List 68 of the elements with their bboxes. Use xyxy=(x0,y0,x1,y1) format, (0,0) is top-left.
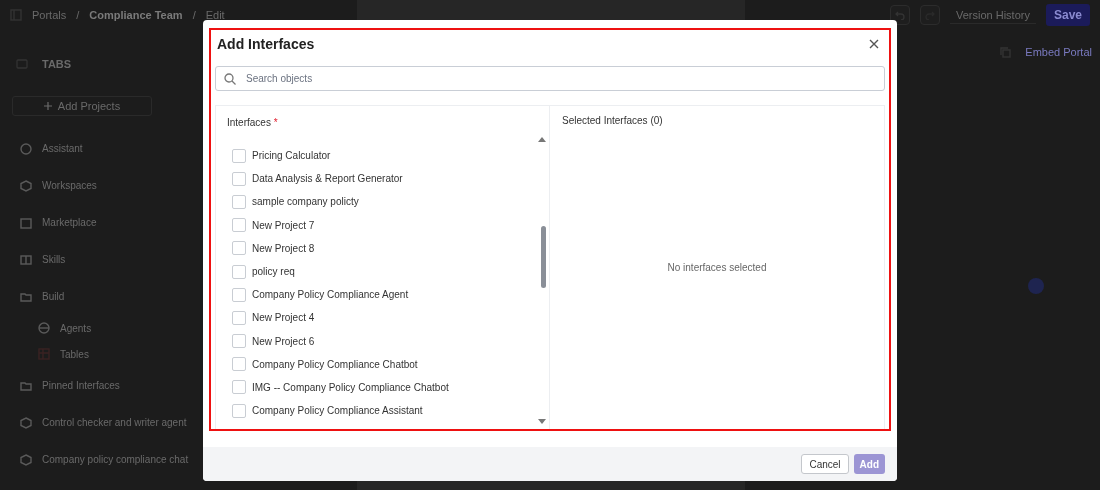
globe-icon xyxy=(38,322,50,334)
nav-item[interactable]: Skills xyxy=(42,254,66,265)
breadcrumb-item[interactable]: Edit xyxy=(205,9,225,21)
interface-option[interactable]: New Project 7 xyxy=(232,213,549,237)
nav-item[interactable]: Build xyxy=(42,291,65,302)
folder-icon xyxy=(20,379,32,392)
checkbox[interactable] xyxy=(232,241,246,256)
plus-icon xyxy=(43,102,52,110)
interface-option[interactable]: Company Policy Compliance Assistant xyxy=(232,399,549,423)
scroll-up-icon[interactable] xyxy=(538,137,546,142)
nav-item[interactable]: Tables xyxy=(60,348,89,360)
nav-item[interactable]: Marketplace xyxy=(42,217,97,228)
nav-item[interactable]: Assistant xyxy=(42,143,83,154)
interfaces-label: Interfaces * xyxy=(226,116,279,128)
interface-option[interactable]: sample company policty xyxy=(232,190,549,214)
checkbox[interactable] xyxy=(232,264,246,279)
nav-item[interactable]: Pinned Interfaces xyxy=(42,380,120,391)
interface-option[interactable]: New Project 4 xyxy=(232,306,549,330)
checkbox[interactable] xyxy=(232,334,246,349)
undo-button[interactable] xyxy=(890,5,910,25)
breadcrumb-item[interactable]: Compliance Team xyxy=(89,9,183,21)
add-button[interactable]: Add xyxy=(853,454,885,474)
nav-item[interactable]: Control checker and writer agent xyxy=(42,417,187,428)
checkbox[interactable] xyxy=(232,310,246,325)
breadcrumb-item[interactable]: Portals xyxy=(32,9,67,21)
breadcrumb-separator: / xyxy=(192,9,196,21)
table-icon xyxy=(38,348,50,360)
interface-option[interactable]: Data Analysis & Report Generator xyxy=(232,167,549,191)
version-history-link[interactable]: Version History xyxy=(950,6,1036,24)
close-button[interactable] xyxy=(867,37,881,51)
cancel-button[interactable]: Cancel xyxy=(801,454,849,474)
nav-item[interactable]: Agents xyxy=(60,322,92,334)
empty-message: No interfaces selected xyxy=(667,262,767,273)
interface-option[interactable]: Company Policy Compliance Chatbot xyxy=(232,352,549,376)
checkbox[interactable] xyxy=(232,218,246,233)
checkbox[interactable] xyxy=(232,380,246,395)
scroll-down-icon[interactable] xyxy=(538,419,546,424)
interface-option[interactable]: New Project 8 xyxy=(232,236,549,260)
checkbox[interactable] xyxy=(232,287,246,302)
checkbox[interactable] xyxy=(232,194,246,209)
undo-icon xyxy=(895,10,905,20)
checkbox[interactable] xyxy=(232,171,246,186)
checkbox[interactable] xyxy=(232,148,246,163)
cube-icon xyxy=(20,453,32,466)
selected-heading: Selected Interfaces (0) xyxy=(561,114,664,126)
embed-portal-link[interactable]: Embed Portal xyxy=(1025,46,1092,58)
nav-item[interactable]: Company policy compliance chat xyxy=(42,454,189,465)
book-icon xyxy=(20,253,32,266)
action-circle[interactable] xyxy=(1028,278,1044,294)
cube-icon xyxy=(20,416,32,429)
checkbox[interactable] xyxy=(232,403,246,418)
nav-item[interactable]: Workspaces xyxy=(42,180,97,191)
interface-option[interactable]: IMG -- Company Policy Compliance Chatbot xyxy=(232,375,549,400)
search-box[interactable]: Search objects xyxy=(215,66,885,91)
cube-icon xyxy=(20,179,32,192)
interface-option[interactable]: policy req xyxy=(232,259,549,284)
save-button[interactable]: Save xyxy=(1045,4,1090,26)
tabs-heading: TABS xyxy=(42,58,72,70)
folder-icon xyxy=(20,290,32,303)
interface-option[interactable]: New Project 6 xyxy=(232,329,549,353)
scrollbar-thumb[interactable] xyxy=(541,226,546,288)
interface-option[interactable]: Pricing Calculator xyxy=(232,144,549,168)
checkbox[interactable] xyxy=(232,357,246,372)
dialog-title: Add Interfaces xyxy=(217,36,315,52)
search-icon xyxy=(224,72,236,85)
interface-option[interactable]: Company Policy Compliance Agent xyxy=(232,283,549,307)
add-projects-button[interactable]: Add Projects xyxy=(12,96,152,116)
breadcrumb-separator: / xyxy=(76,9,80,21)
